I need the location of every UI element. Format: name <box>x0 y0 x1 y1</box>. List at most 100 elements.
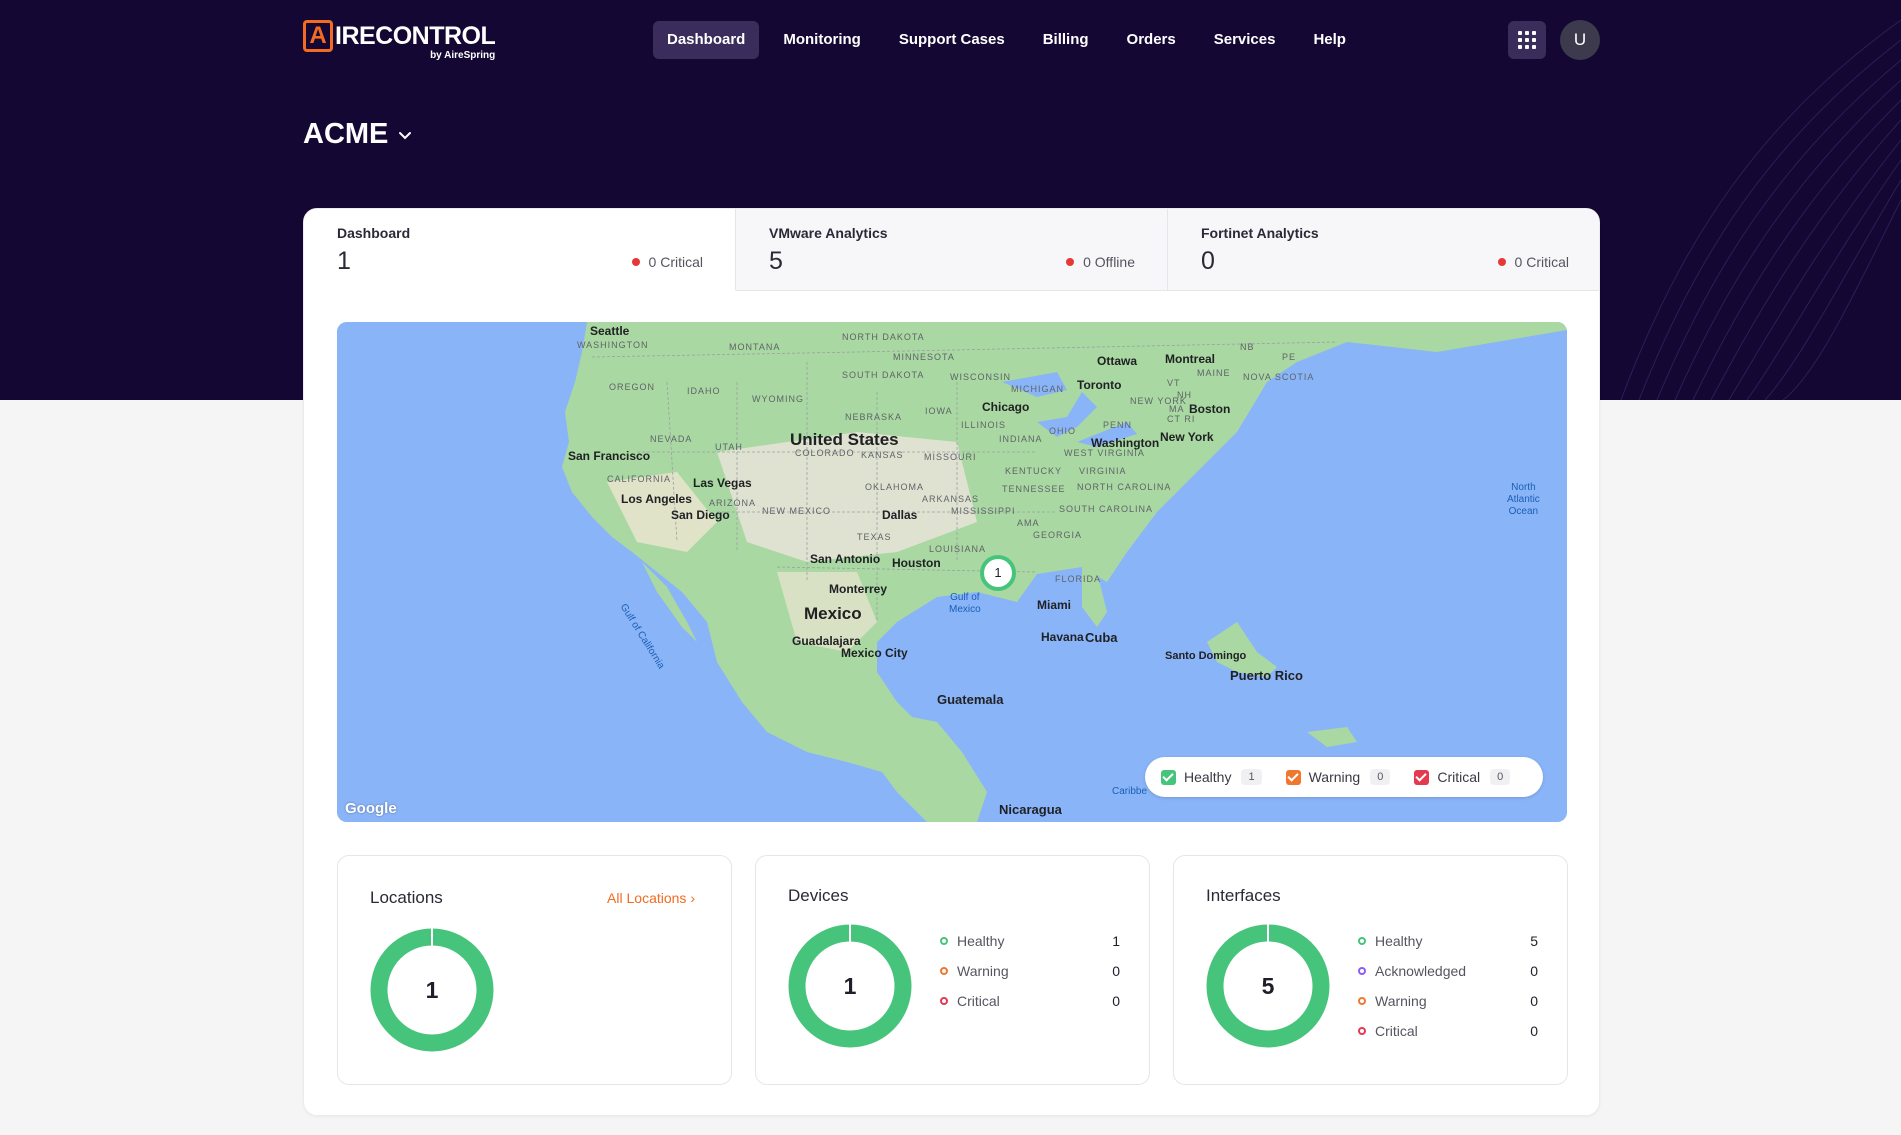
interfaces-stats: Healthy 5 Acknowledged 0 Warning 0 Critical… <box>1358 926 1538 1046</box>
tab-fortinet-analytics[interactable]: Fortinet Analytics 0 0 Critical <box>1168 209 1599 291</box>
status-ring-icon <box>940 967 948 975</box>
map-label-monterrey: Monterrey <box>829 582 888 596</box>
map-canvas <box>337 322 1567 822</box>
donut-total: 5 <box>1261 973 1275 999</box>
map-label-pe: PE <box>1282 352 1297 362</box>
nav-dashboard[interactable]: Dashboard <box>653 21 760 59</box>
map-label-texas: TEXAS <box>857 532 892 542</box>
stat-critical: Critical 0 <box>940 986 1120 1016</box>
nav-orders[interactable]: Orders <box>1113 21 1190 59</box>
stat-label: Warning <box>1375 993 1427 1009</box>
stat-value: 0 <box>1112 963 1120 979</box>
map-legend: Healthy 1 Warning 0 Critical 0 <box>1145 757 1543 797</box>
stat-label: Warning <box>957 963 1009 979</box>
map-label-missouri: MISSOURI <box>924 452 977 462</box>
legend-critical[interactable]: Critical 0 <box>1414 769 1511 785</box>
map-label-oregon: OREGON <box>609 382 656 392</box>
map-label-montreal: Montreal <box>1165 352 1216 366</box>
map-label-minnesota: MINNESOTA <box>893 352 955 362</box>
map-label-guatemala: Guatemala <box>937 692 1004 707</box>
legend-warning[interactable]: Warning 0 <box>1285 769 1391 785</box>
stat-warning: Warning 0 <box>940 956 1120 986</box>
nav-help[interactable]: Help <box>1299 21 1360 59</box>
tab-vmware-analytics[interactable]: VMware Analytics 5 0 Offline <box>736 209 1168 291</box>
google-attribution[interactable]: Google <box>345 800 397 817</box>
app-grid-icon[interactable] <box>1508 21 1546 59</box>
tab-label: VMware Analytics <box>769 225 888 241</box>
legend-count: 1 <box>1241 769 1262 785</box>
map-label-maine: MAINE <box>1197 368 1231 378</box>
locations-map[interactable]: Seattle WASHINGTON OREGON IDAHO MONTANA … <box>337 322 1567 822</box>
status-ring-icon <box>940 997 948 1005</box>
status-ring-icon <box>1358 1027 1366 1035</box>
map-label-north-dakota: NORTH DAKOTA <box>842 332 925 342</box>
map-label-north-atlantic: North Atlantic Ocean <box>1507 482 1540 517</box>
legend-label: Healthy <box>1184 769 1232 785</box>
tab-dashboard[interactable]: Dashboard 1 0 Critical <box>304 209 736 291</box>
map-label-new-york: New York <box>1160 430 1214 444</box>
offline-dot-icon <box>1066 258 1075 266</box>
airecontrol-logo[interactable]: A IRECONTROL by AireSpring <box>303 20 496 61</box>
tab-status-text: 0 Critical <box>648 254 703 270</box>
stat-value: 0 <box>1530 963 1538 979</box>
map-label-nevada: NEVADA <box>650 434 693 444</box>
dashboard-card: Dashboard 1 0 Critical VMware Analytics … <box>303 208 1600 1116</box>
nav-support-cases[interactable]: Support Cases <box>885 21 1019 59</box>
chevron-right-icon: › <box>690 890 695 906</box>
stat-label: Critical <box>1375 1023 1418 1039</box>
stat-label: Healthy <box>957 933 1005 949</box>
status-ring-icon <box>940 937 948 945</box>
map-label-ohio: OHIO <box>1049 426 1077 436</box>
status-ring-icon <box>1358 937 1366 945</box>
stat-label: Acknowledged <box>1375 963 1467 979</box>
map-label-nicaragua: Nicaragua <box>999 802 1062 817</box>
stat-acknowledged: Acknowledged 0 <box>1358 956 1538 986</box>
tab-status-text: 0 Critical <box>1514 254 1569 270</box>
nav-monitoring[interactable]: Monitoring <box>769 21 874 59</box>
devices-stats: Healthy 1 Warning 0 Critical 0 <box>940 926 1120 1016</box>
status-ring-icon <box>1358 967 1366 975</box>
map-label-los-angeles: Los Angeles <box>621 492 692 506</box>
nav-billing[interactable]: Billing <box>1029 21 1103 59</box>
map-label-nh: NH <box>1177 390 1192 400</box>
map-label-puerto-rico: Puerto Rico <box>1230 668 1303 683</box>
logo-mark: A <box>303 20 333 52</box>
map-label-illinois: ILLINOIS <box>961 420 1007 430</box>
org-selector[interactable]: ACME <box>303 118 412 151</box>
map-label-mississippi: MISSISSIPPI <box>951 506 1016 516</box>
map-label-houston: Houston <box>892 556 941 570</box>
map-label-montana: MONTANA <box>729 342 781 352</box>
map-label-michigan: MICHIGAN <box>1011 384 1064 394</box>
devices-panel: Devices 1 Healthy 1 Warning 0 Critical 0 <box>755 855 1150 1085</box>
panel-title: Devices <box>788 886 849 905</box>
legend-count: 0 <box>1370 769 1391 785</box>
all-locations-link[interactable]: All Locations › <box>607 890 695 906</box>
map-label-chicago: Chicago <box>982 400 1030 414</box>
map-label-united-states: United States <box>790 430 899 449</box>
map-label-mexico: Mexico <box>804 604 862 623</box>
map-label-cuba: Cuba <box>1085 630 1118 645</box>
map-label-utah: UTAH <box>715 442 743 452</box>
map-label-georgia: GEORGIA <box>1033 530 1083 540</box>
stat-warning: Warning 0 <box>1358 986 1538 1016</box>
stat-value: 5 <box>1530 933 1538 949</box>
legend-label: Warning <box>1308 769 1361 785</box>
map-label-ottawa: Ottawa <box>1097 354 1138 368</box>
tab-label: Fortinet Analytics <box>1201 225 1319 241</box>
tab-status: 0 Critical <box>631 254 703 270</box>
map-label-penn: PENN <box>1103 420 1133 430</box>
user-avatar[interactable]: U <box>1560 20 1600 60</box>
checkbox-checked-icon <box>1414 769 1430 785</box>
map-label-wisconsin: WISCONSIN <box>950 372 1012 382</box>
stat-label: Healthy <box>1375 933 1423 949</box>
nav-services[interactable]: Services <box>1200 21 1290 59</box>
map-label-west-virginia: WEST VIRGINIA <box>1064 448 1145 458</box>
map-label-san-antonio: San Antonio <box>810 552 881 566</box>
map-label-vt: VT <box>1167 378 1181 388</box>
legend-healthy[interactable]: Healthy 1 <box>1161 769 1262 785</box>
checkbox-checked-icon <box>1285 769 1301 785</box>
map-label-iowa: IOWA <box>925 406 953 416</box>
interfaces-panel: Interfaces 5 Healthy 5 Acknowledged 0 Warn… <box>1173 855 1568 1085</box>
map-cluster-marker[interactable]: 1 <box>980 555 1016 591</box>
map-label-ma: MA <box>1169 404 1185 414</box>
